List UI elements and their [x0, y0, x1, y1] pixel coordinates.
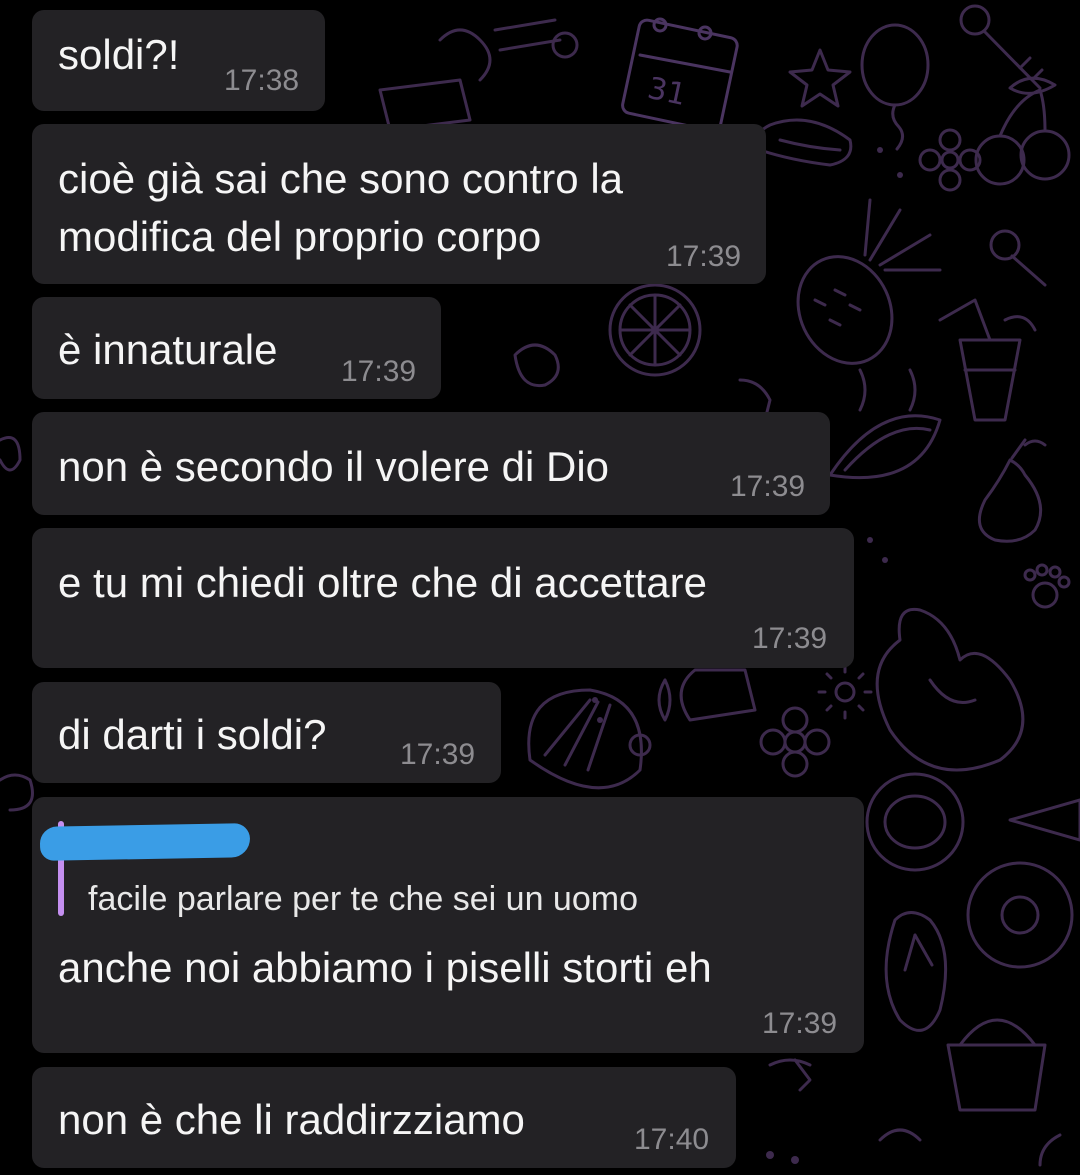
message-text: di darti i soldi?	[58, 711, 327, 758]
message-timestamp: 17:38	[224, 64, 300, 97]
message-bubble[interactable]: soldi?! 17:38	[32, 10, 325, 111]
message-timestamp: 17:39	[666, 240, 742, 273]
message-bubble[interactable]: di darti i soldi? 17:39	[32, 682, 501, 783]
message-text: non è secondo il volere di Dio	[58, 443, 610, 490]
message-timestamp: 17:39	[730, 470, 806, 503]
message-bubble[interactable]: è innaturale 17:39	[32, 297, 441, 399]
message-bubble[interactable]: cioè già sai che sono contro la modifica…	[32, 124, 766, 284]
message-timestamp: 17:39	[400, 738, 476, 771]
message-timestamp: 17:39	[752, 622, 828, 655]
reply-quoted-text: facile parlare per te che sei un uomo	[88, 880, 638, 918]
message-timestamp: 17:39	[341, 355, 417, 388]
message-text: e tu mi chiedi oltre che di accettare	[58, 559, 707, 606]
message-text: soldi?!	[58, 31, 180, 78]
message-text: è innaturale	[58, 326, 278, 373]
message-text: cioè già sai che sono contro la modifica…	[58, 155, 624, 260]
message-text: anche noi abbiamo i piselli storti eh	[58, 944, 712, 991]
message-bubble[interactable]: facile parlare per te che sei un uomo an…	[32, 797, 864, 1053]
redacted-sender-name	[39, 823, 251, 861]
message-bubble[interactable]: non è che li raddirzziamo 17:40	[32, 1067, 736, 1168]
message-timestamp: 17:39	[762, 1007, 838, 1040]
message-list[interactable]: soldi?! 17:38 cioè già sai che sono cont…	[0, 0, 1080, 1175]
message-text: non è che li raddirzziamo	[58, 1096, 525, 1143]
message-timestamp: 17:40	[634, 1123, 710, 1156]
message-bubble[interactable]: e tu mi chiedi oltre che di accettare 17…	[32, 528, 854, 668]
message-bubble[interactable]: non è secondo il volere di Dio 17:39	[32, 412, 830, 515]
